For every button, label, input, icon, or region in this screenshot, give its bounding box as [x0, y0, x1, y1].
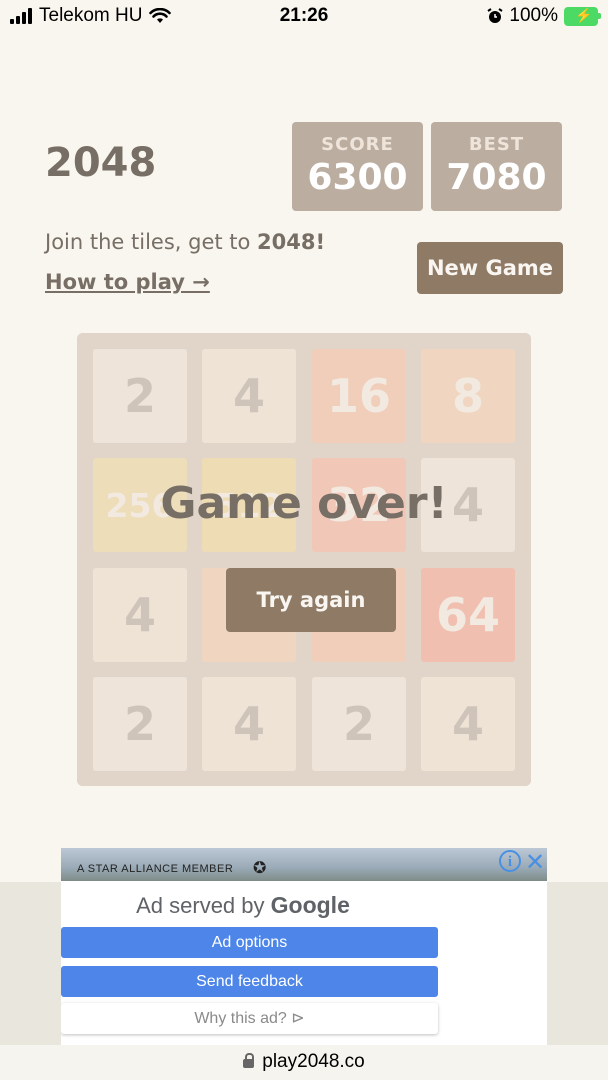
- intro-goal: 2048!: [257, 230, 326, 254]
- how-to-play-link[interactable]: How to play →: [45, 270, 210, 294]
- ad-served-by: Ad served by Google: [61, 892, 425, 919]
- battery-percent: 100%: [509, 5, 558, 26]
- intro-text: Join the tiles, get to 2048!: [45, 230, 325, 254]
- why-this-ad-button[interactable]: Why this ad? ⊳: [61, 1003, 438, 1034]
- battery-charging-icon: ⚡: [564, 6, 601, 26]
- ad-banner-image[interactable]: A STAR ALLIANCE MEMBER ✪: [61, 848, 547, 881]
- url-text: play2048.co: [262, 1051, 365, 1072]
- score-value: 6300: [307, 157, 408, 198]
- ad-unit: A STAR ALLIANCE MEMBER ✪ i ✕ Ad served b…: [61, 848, 547, 1045]
- best-value: 7080: [446, 157, 547, 198]
- game-over-overlay: [77, 333, 531, 786]
- score-box: SCORE 6300: [292, 122, 423, 211]
- try-again-button[interactable]: Try again: [226, 568, 396, 632]
- status-bar: Telekom HU 21:26 100% ⚡: [0, 0, 608, 36]
- ad-options-button[interactable]: Ad options: [61, 927, 438, 958]
- score-label: SCORE: [321, 134, 394, 155]
- ad-banner-text: A STAR ALLIANCE MEMBER: [77, 863, 234, 875]
- alarm-icon: [487, 8, 503, 23]
- lock-icon: [243, 1053, 255, 1068]
- google-logo: Google: [270, 892, 350, 918]
- url-bar[interactable]: play2048.co: [0, 1045, 608, 1080]
- game-over-message: Game over!: [160, 478, 448, 529]
- ad-served-label: Ad served by: [136, 893, 265, 918]
- game-title: 2048: [45, 140, 157, 186]
- intro-lead: Join the tiles, get to: [45, 230, 258, 254]
- star-alliance-icon: ✪: [253, 858, 267, 877]
- send-feedback-button[interactable]: Send feedback: [61, 966, 438, 997]
- ad-close-icon[interactable]: ✕: [525, 848, 545, 877]
- best-label: BEST: [468, 134, 525, 155]
- ad-info-icon[interactable]: i: [499, 850, 521, 872]
- best-box: BEST 7080: [431, 122, 562, 211]
- new-game-button[interactable]: New Game: [417, 242, 563, 294]
